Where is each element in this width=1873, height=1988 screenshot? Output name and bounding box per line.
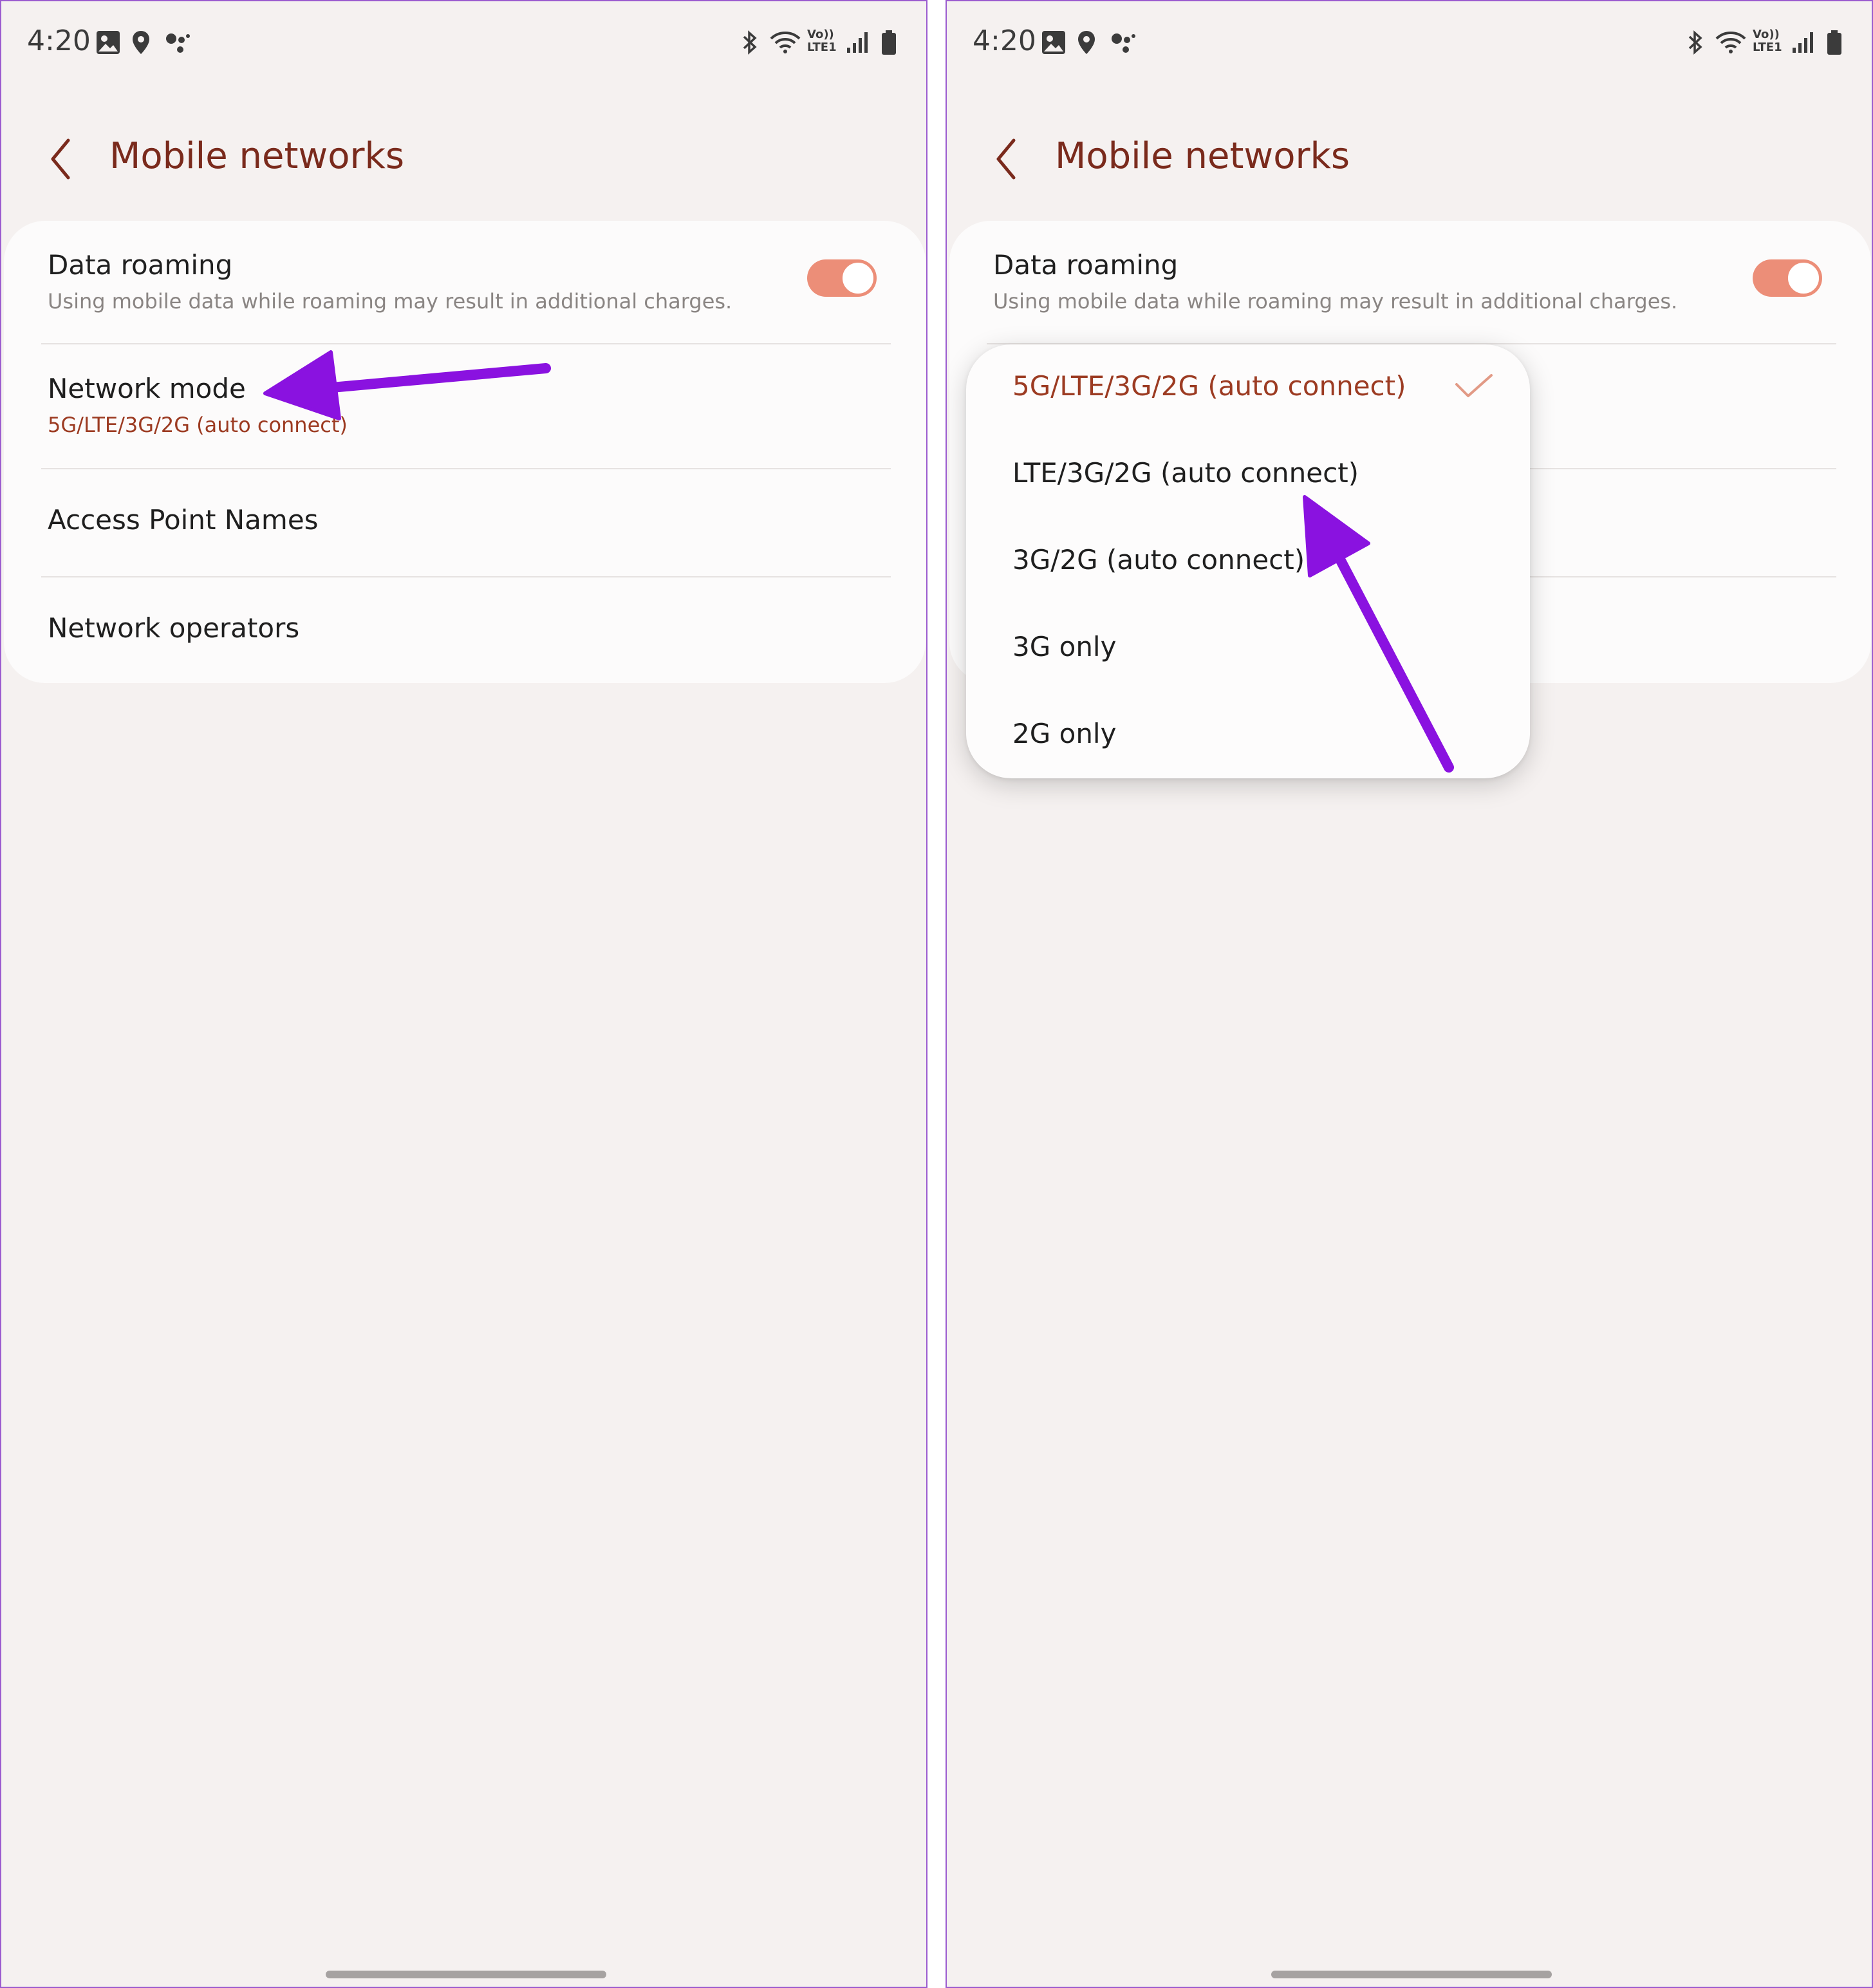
battery-icon	[1827, 30, 1841, 55]
access-point-names-title: Access Point Names	[48, 504, 319, 536]
data-roaming-row[interactable]: Data roaming Using mobile data while roa…	[949, 221, 1871, 343]
volte-bottom-label: LTE1	[1753, 41, 1782, 54]
status-bar: 4:20 Vo)) LTE1	[1, 1, 926, 79]
network-mode-value: 5G/LTE/3G/2G (auto connect)	[48, 413, 348, 437]
page-title: Mobile networks	[109, 135, 405, 177]
location-icon	[1078, 31, 1095, 54]
settings-card: Data roaming Using mobile data while roa…	[4, 221, 926, 683]
signal-icon	[1793, 32, 1813, 53]
toggle-knob	[1786, 261, 1821, 295]
network-mode-dropdown: 5G/LTE/3G/2G (auto connect) LTE/3G/2G (a…	[966, 344, 1530, 778]
toggle-knob	[841, 261, 875, 295]
wifi-icon	[770, 32, 801, 53]
assistant-dots-icon	[166, 33, 190, 53]
screen-right: 4:20 Vo)) LTE1 Mobile networks Data roam…	[946, 0, 1873, 1988]
home-indicator[interactable]	[1271, 1971, 1552, 1978]
back-arrow-icon[interactable]	[992, 136, 1020, 182]
home-indicator[interactable]	[326, 1971, 606, 1978]
network-mode-title: Network mode	[48, 373, 246, 404]
volte-bottom-label: LTE1	[807, 41, 837, 54]
image-icon	[1042, 31, 1065, 54]
app-header: Mobile networks	[947, 124, 1872, 194]
access-point-names-row[interactable]: Access Point Names	[4, 469, 926, 576]
page-title: Mobile networks	[1055, 135, 1350, 177]
option-label: 5G/LTE/3G/2G (auto connect)	[1012, 370, 1406, 402]
option-label: LTE/3G/2G (auto connect)	[1012, 457, 1359, 489]
battery-icon	[882, 30, 896, 55]
data-roaming-subtitle: Using mobile data while roaming may resu…	[48, 289, 732, 314]
app-header: Mobile networks	[1, 124, 926, 194]
wifi-icon	[1715, 32, 1746, 53]
data-roaming-title: Data roaming	[48, 249, 233, 281]
data-roaming-title: Data roaming	[993, 249, 1179, 281]
volte-icon: Vo)) LTE1	[1753, 28, 1785, 57]
volte-top-label: Vo))	[1753, 28, 1780, 41]
status-time: 4:20	[27, 24, 91, 57]
screen-left: 4:20 Vo)) LTE1 Mobile networks Data roam…	[0, 0, 927, 1988]
bluetooth-icon	[743, 30, 757, 55]
network-operators-row[interactable]: Network operators	[4, 577, 926, 683]
status-time: 4:20	[973, 24, 1036, 57]
signal-icon	[847, 32, 868, 53]
network-mode-option[interactable]: 3G only	[966, 605, 1530, 689]
image-icon	[97, 31, 120, 54]
network-mode-option[interactable]: 3G/2G (auto connect)	[966, 518, 1530, 602]
network-operators-title: Network operators	[48, 612, 300, 644]
network-mode-option[interactable]: 5G/LTE/3G/2G (auto connect)	[966, 344, 1530, 428]
data-roaming-subtitle: Using mobile data while roaming may resu…	[993, 289, 1678, 314]
option-label: 3G/2G (auto connect)	[1012, 544, 1305, 576]
data-roaming-toggle[interactable]	[1753, 259, 1822, 297]
back-arrow-icon[interactable]	[46, 136, 75, 182]
check-icon	[1455, 374, 1493, 397]
network-mode-option[interactable]: LTE/3G/2G (auto connect)	[966, 431, 1530, 515]
volte-icon: Vo)) LTE1	[807, 28, 839, 57]
option-label: 3G only	[1012, 631, 1117, 662]
volte-top-label: Vo))	[807, 28, 834, 41]
bluetooth-icon	[1688, 30, 1702, 55]
location-icon	[133, 31, 149, 54]
assistant-dots-icon	[1112, 33, 1135, 53]
data-roaming-row[interactable]: Data roaming Using mobile data while roa…	[4, 221, 926, 343]
status-bar: 4:20 Vo)) LTE1	[947, 1, 1872, 79]
network-mode-option[interactable]: 2G only	[966, 692, 1530, 776]
option-label: 2G only	[1012, 718, 1117, 749]
data-roaming-toggle[interactable]	[807, 259, 877, 297]
network-mode-row[interactable]: Network mode 5G/LTE/3G/2G (auto connect)	[4, 344, 926, 468]
